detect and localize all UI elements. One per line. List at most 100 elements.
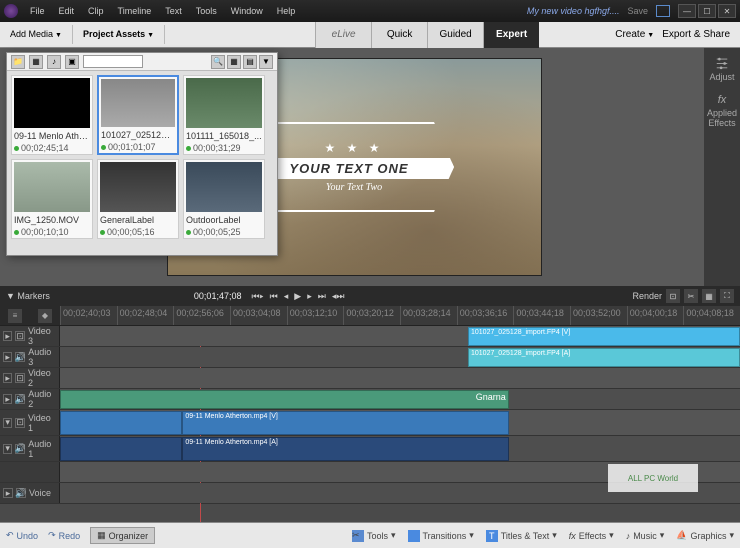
minimize-button[interactable]: — [678,4,696,18]
tab-elive[interactable]: eLive [315,22,371,48]
track-collapse-icon[interactable]: ▾ [3,418,12,428]
audio-icon[interactable]: ♪ [47,55,61,69]
clip[interactable]: 101027_025128_import.FP4 [A] [468,348,740,367]
redo-button[interactable]: ↷Redo [48,530,80,541]
title-sub-text: Your Text Two [326,182,382,193]
project-name: My new video hgfhgf.... [527,6,620,16]
render-button[interactable]: Render [632,291,662,301]
fullscreen-icon[interactable]: ⛶ [720,289,734,303]
image-icon[interactable]: ▣ [65,55,79,69]
marker-add-icon[interactable]: ◆ [38,309,52,323]
prev-button[interactable]: ⏮ [270,291,278,302]
title-overlay: ★ ★ ★ YOUR TEXT ONE Your Text Two [254,122,454,212]
menu-file[interactable]: File [24,4,51,18]
save-label[interactable]: Save [627,6,648,16]
track-body[interactable]: 09-11 Menlo Atherton.mp4 [V] [60,410,740,435]
assets-toolbar: 📁 ▦ ♪ ▣ 🔍 ▦ ▤ ▼ [7,53,277,71]
clip[interactable]: 101027_025128_import.FP4 [V] [468,327,740,346]
add-media-button[interactable]: Add Media▼ [0,25,73,44]
effects-button[interactable]: fxEffects ▾ [569,530,614,542]
titles-button[interactable]: TTitles & Text ▾ [486,530,557,542]
asset-item[interactable]: OutdoorLabel00;00;05;25 [183,159,265,239]
menu-clip[interactable]: Clip [82,4,110,18]
next-button[interactable]: ⏭ [318,291,326,302]
timeline-view-icon[interactable]: ≡ [8,309,22,323]
menu-tools[interactable]: Tools [190,4,223,18]
titlebar: File Edit Clip Timeline Text Tools Windo… [0,0,740,22]
organizer-button[interactable]: ▦Organizer [90,527,155,544]
video-icon[interactable]: ▦ [29,55,43,69]
panel-menu-icon[interactable]: ▼ [259,55,273,69]
create-button[interactable]: Create▼ [615,29,654,40]
track-body[interactable]: Gnarna [60,389,740,409]
menu-help[interactable]: Help [271,4,302,18]
track-eye-icon[interactable]: ⊡ [15,373,25,383]
tab-quick[interactable]: Quick [371,22,427,48]
close-button[interactable]: ✕ [718,4,736,18]
track-toggle-icon[interactable]: ▸ [3,488,13,498]
menu-timeline[interactable]: Timeline [112,4,158,18]
assets-panel: 📁 ▦ ♪ ▣ 🔍 ▦ ▤ ▼ 09-11 Menlo Athe...00;02… [6,52,278,256]
track-speaker-icon[interactable]: 🔊 [15,352,25,362]
asset-item[interactable]: GeneralLabel00;00;05;16 [97,159,179,239]
clip[interactable]: Gnarna [60,390,509,409]
clip[interactable] [60,437,182,461]
clip[interactable] [60,411,182,435]
clip[interactable]: 09-11 Menlo Atherton.mp4 [V] [182,411,508,435]
cloud-icon[interactable] [656,5,670,17]
tool-icon-2[interactable]: ▦ [702,289,716,303]
export-share-button[interactable]: Export & Share [662,29,730,40]
project-assets-button[interactable]: Project Assets▼ [73,25,165,44]
step-back-button[interactable]: ◂ [284,291,289,302]
track-eye-icon[interactable]: ⊡ [15,418,25,428]
track-toggle-icon[interactable]: ▸ [3,373,12,383]
track-toggle-icon[interactable]: ▸ [3,331,12,341]
graphics-icon: ⛵ [676,530,687,541]
tab-expert[interactable]: Expert [483,22,539,48]
track-collapse-icon[interactable]: ▾ [3,444,12,454]
undo-button[interactable]: ↶Undo [6,530,38,541]
track-body[interactable]: 101027_025128_import.FP4 [A] [60,347,740,367]
track-speaker-icon[interactable]: 🔊 [15,394,25,404]
search-icon[interactable]: 🔍 [211,55,225,69]
play-button[interactable]: ▶ [294,291,301,302]
track-toggle-icon[interactable]: ▸ [3,352,12,362]
rewind-button[interactable]: ⏮▸ [251,291,263,302]
ffwd-button[interactable]: ◂⏭ [332,291,345,302]
asset-item[interactable]: 09-11 Menlo Athe...00;02;45;14 [11,75,93,155]
folder-icon[interactable]: 📁 [11,55,25,69]
undo-icon: ↶ [6,530,14,541]
tab-guided[interactable]: Guided [427,22,483,48]
track-body[interactable] [60,368,740,388]
step-fwd-button[interactable]: ▸ [307,291,312,302]
clip[interactable]: 09-11 Menlo Atherton.mp4 [A] [182,437,508,461]
graphics-button[interactable]: ⛵Graphics ▾ [676,530,734,542]
track-speaker-icon[interactable]: 🔊 [16,488,26,498]
applied-effects-button[interactable]: fx Applied Effects [704,94,740,128]
transitions-button[interactable]: Transitions ▾ [408,530,474,542]
track-video1: ▾⊡Video 1 09-11 Menlo Atherton.mp4 [V] [0,410,740,436]
menu-text[interactable]: Text [159,4,188,18]
fit-icon[interactable]: ⊡ [666,289,680,303]
adjust-button[interactable]: Adjust [709,56,734,82]
track-body[interactable]: 101027_025128_import.FP4 [V] [60,326,740,346]
track-toggle-icon[interactable]: ▸ [3,394,12,404]
tools-button[interactable]: ✂Tools ▾ [352,530,396,542]
track-body[interactable]: 09-11 Menlo Atherton.mp4 [A] [60,436,740,461]
track-eye-icon[interactable]: ⊡ [15,331,25,341]
menu-edit[interactable]: Edit [53,4,81,18]
track-speaker-icon[interactable]: 🔊 [15,444,25,454]
tool-icon-1[interactable]: ✂ [684,289,698,303]
list-view-icon[interactable]: ▤ [243,55,257,69]
menu-window[interactable]: Window [225,4,269,18]
track-audio2: ▸🔊Audio 2 Gnarna [0,389,740,410]
asset-item[interactable]: 101027_025128_...00;01;01;07 [97,75,179,155]
ruler-ticks[interactable]: 00;02;40;0300;02;48;0400;02;56;0600;03;0… [60,306,740,325]
grid-view-icon[interactable]: ▦ [227,55,241,69]
search-input[interactable] [83,55,143,68]
music-button[interactable]: ♪Music ▾ [626,530,665,542]
markers-dropdown[interactable]: ▼ Markers [6,291,50,301]
maximize-button[interactable]: ☐ [698,4,716,18]
asset-item[interactable]: 101111_165018_...00;00;31;29 [183,75,265,155]
asset-item[interactable]: IMG_1250.MOV00;00;10;10 [11,159,93,239]
